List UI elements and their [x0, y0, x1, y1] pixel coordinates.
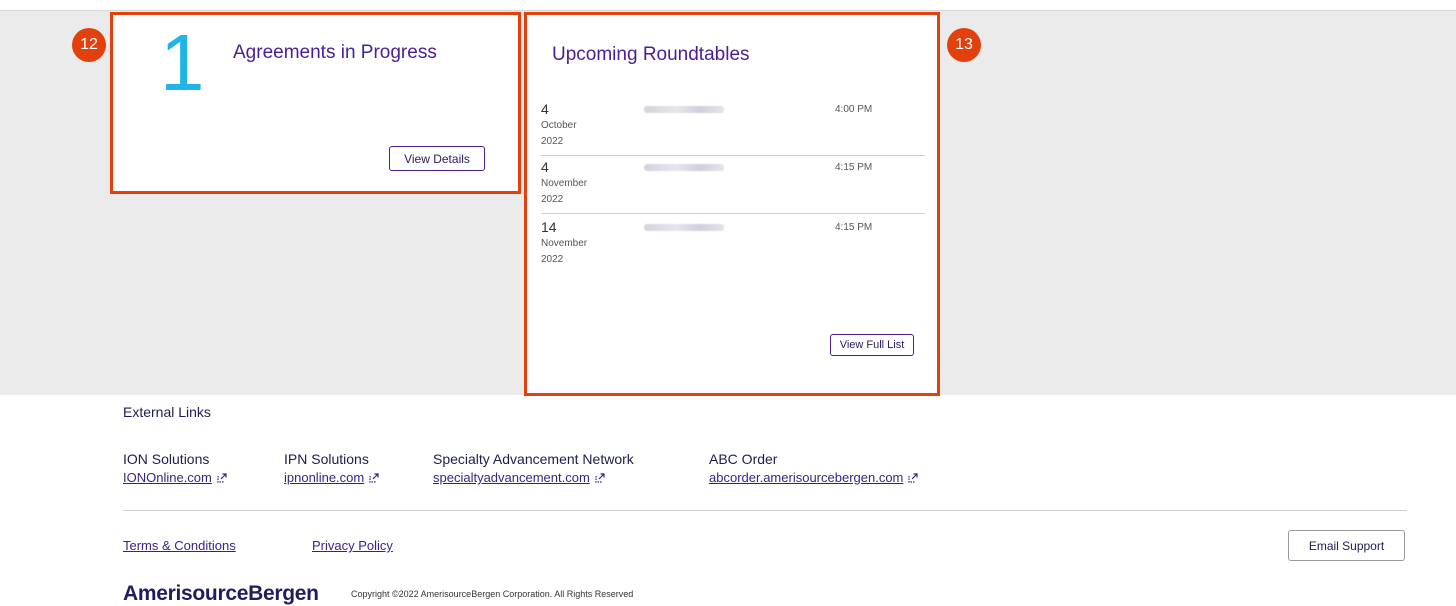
- external-link-icon: [369, 472, 379, 483]
- external-link-name: Specialty Advancement Network: [433, 451, 634, 467]
- ion-online-link[interactable]: IONOnline.com: [123, 470, 227, 485]
- external-link-name: ABC Order: [709, 451, 778, 467]
- highlight-frame-roundtables: [524, 12, 940, 396]
- footer-divider: [123, 510, 1407, 511]
- external-link-group-ion: ION Solutions IONOnline.com: [123, 451, 227, 487]
- specialty-advancement-link[interactable]: specialtyadvancement.com: [433, 470, 605, 485]
- external-link-icon: [217, 472, 227, 483]
- external-link-text: abcorder.amerisourcebergen.com: [709, 470, 904, 485]
- email-support-button[interactable]: Email Support: [1288, 530, 1405, 561]
- external-links-heading: External Links: [123, 404, 211, 420]
- external-link-group-ipn: IPN Solutions ipnonline.com: [284, 451, 379, 487]
- copyright-text: Copyright ©2022 AmerisourceBergen Corpor…: [351, 589, 634, 599]
- ipn-online-link[interactable]: ipnonline.com: [284, 470, 379, 485]
- external-link-text: IONOnline.com: [123, 470, 212, 485]
- callout-number: 12: [80, 36, 98, 53]
- external-link-group-specialty: Specialty Advancement Network specialtya…: [433, 451, 634, 487]
- callout-number: 13: [955, 36, 973, 53]
- callout-badge-12: 12: [72, 28, 106, 62]
- terms-and-conditions-link[interactable]: Terms & Conditions: [123, 538, 236, 553]
- external-link-text: specialtyadvancement.com: [433, 470, 590, 485]
- external-link-name: ION Solutions: [123, 451, 210, 467]
- external-link-name: IPN Solutions: [284, 451, 369, 467]
- callout-badge-13: 13: [947, 28, 981, 62]
- highlight-frame-agreements: [110, 12, 521, 194]
- external-link-icon: [908, 472, 918, 483]
- external-link-text: ipnonline.com: [284, 470, 365, 485]
- amerisourcebergen-logo: AmerisourceBergen: [123, 582, 319, 605]
- external-link-group-abc-order: ABC Order abcorder.amerisourcebergen.com: [709, 451, 918, 487]
- external-link-icon: [595, 472, 605, 483]
- abc-order-link[interactable]: abcorder.amerisourcebergen.com: [709, 470, 918, 485]
- privacy-policy-link[interactable]: Privacy Policy: [312, 538, 393, 553]
